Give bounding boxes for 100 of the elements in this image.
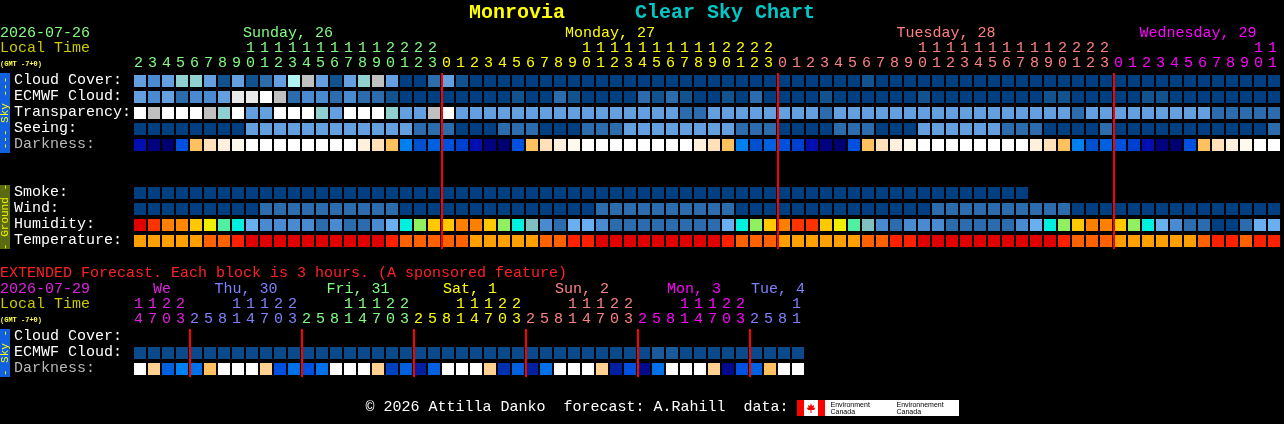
hour-label: 20 [386,41,396,71]
hour-label: 12 [610,41,620,71]
hour-label: 8 [1226,56,1236,71]
hour-label: 23 [400,297,410,327]
hour-label: 20 [274,297,284,327]
row-label: Cloud Cover: [14,73,123,89]
day-label: Tue, 4 [751,282,805,297]
hour-label: 2 [1142,56,1152,71]
hour-label: 5 [848,56,858,71]
day-label: Sat, 1 [443,282,497,297]
hour-label: 15 [988,41,998,71]
hour-label: 9 [232,56,242,71]
forecast-credit: forecast: A.Rahill [563,397,726,418]
hour-label: 17 [260,297,270,327]
hour-label: 17 [708,297,718,327]
hour-label: 7 [540,56,550,71]
hour-label: 1 [456,56,466,71]
hour-label: 2 [526,312,536,327]
data-credit: data: [743,397,789,418]
hour-label: 2 [302,312,312,327]
row-label: Humidity: [14,217,95,233]
hour-label: 11 [232,297,242,327]
hour-label: 14 [246,297,256,327]
hour-label: 3 [484,56,494,71]
hour-label: 20 [498,297,508,327]
hour-label: 16 [1002,41,1012,71]
hour-label: 17 [484,297,494,327]
hour-label: 23 [176,297,186,327]
location-title: Monrovia [468,0,565,26]
hour-label: 13 [288,41,298,71]
hour-label: 7 [204,56,214,71]
hour-label: 18 [358,41,368,71]
hour-label: 19 [708,41,718,71]
hour-label: 9 [568,56,578,71]
hour-label: 1 [792,56,802,71]
day-label: Sunday, 26 [243,26,333,41]
hour-label: 13 [960,41,970,71]
hour-label: 17 [596,297,606,327]
hour-label: 23 [428,41,438,71]
hour-label: 3 [820,56,830,71]
hour-label: 16 [666,41,676,71]
hour-label: 23 [624,297,634,327]
hour-label: 17 [372,297,382,327]
extended-forecast-notice: EXTENDED Forecast. Each block is 3 hours. (A sponsored feature) [0,265,568,282]
hour-label: 8 [554,312,564,327]
hour-label: 22 [750,41,760,71]
hour-label: 23 [512,297,522,327]
hour-label: 6 [862,56,872,71]
hour-label: 20 [386,297,396,327]
row-label: Cloud Cover: [14,329,123,345]
hour-label: 5 [204,312,214,327]
hour-label: 15 [652,41,662,71]
row-label: Temperature: [14,233,123,249]
hour-label: 8 [442,312,452,327]
hour-label: 11 [932,41,942,71]
hour-label: 7 [876,56,886,71]
row-label: Smoke: [14,185,68,201]
hour-label: 5 [512,56,522,71]
hour-label: 20 [722,297,732,327]
hour-label: 8 [218,56,228,71]
row-label: Darkness: [14,137,95,153]
day-label: Wednesday, 29 [1139,26,1257,41]
hour-label: 12 [946,41,956,71]
hour-label: 11 [792,297,802,327]
hour-label: 17 [148,297,158,327]
hour-label: 9 [904,56,914,71]
hour-label: 0 [778,56,788,71]
day-label: Mon, 3 [667,282,721,297]
hour-label: 3 [1156,56,1166,71]
hour-label: 8 [890,56,900,71]
hour-label: 2 [806,56,816,71]
hour-label: 2 [470,56,480,71]
hour-label: 5 [428,312,438,327]
hour-label: 5 [176,56,186,71]
hour-label: 19 [372,41,382,71]
hour-label: 15 [316,41,326,71]
hour-label: 16 [330,41,340,71]
hour-label: 14 [582,297,592,327]
hour-label: 14 [134,297,144,327]
hour-label: 12 [274,41,284,71]
hour-label: 11 [680,297,690,327]
chart-title: Clear Sky Chart [635,0,815,26]
hour-label: 8 [218,312,228,327]
day-label: Tuesday, 28 [896,26,996,41]
hour-label: 13 [624,41,634,71]
day-label: Sun, 2 [555,282,609,297]
hour-label: 17 [344,41,354,71]
hour-label: 10 [1254,41,1264,71]
hour-label: 19 [1044,41,1054,71]
hour-label: 20 [1058,41,1068,71]
hour-label: 23 [288,297,298,327]
hour-label: 5 [652,312,662,327]
hour-label: 11 [456,297,466,327]
hour-label: 21 [400,41,410,71]
hour-label: 6 [1198,56,1208,71]
hour-label: 11 [260,41,270,71]
date-label: 2026-07-26 [0,26,91,41]
hour-label: 6 [190,56,200,71]
hour-label: 0 [442,56,452,71]
hour-label: 14 [694,297,704,327]
